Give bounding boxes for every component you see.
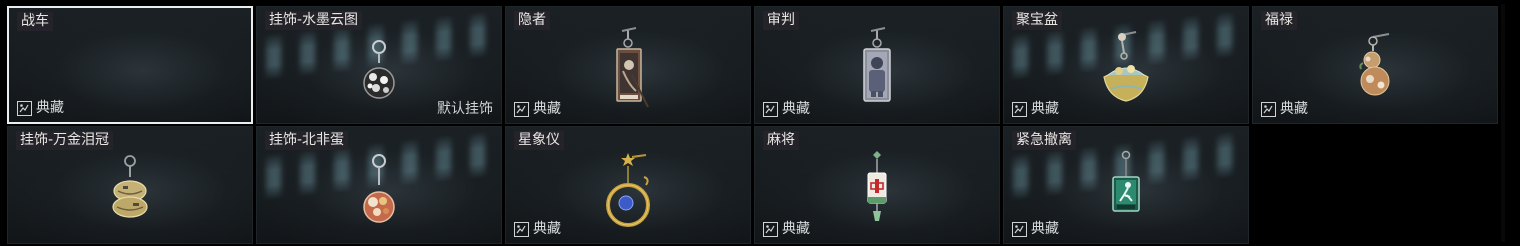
card-title: 聚宝盆 [1012,11,1062,30]
collection-card-icon [763,221,778,237]
badge-label: 典藏 [1280,101,1308,117]
collection-card-icon [17,100,32,116]
charm-card-fortune-gourd[interactable]: 福禄 典藏 [1252,6,1498,124]
ink-cloud-ball-charm-icon [363,40,395,99]
judgement-card-charm-icon [863,27,891,102]
badge-label: 典藏 [533,101,561,117]
badge-label: 典藏 [782,221,810,237]
collection-card-icon [1012,221,1027,237]
collection-badge: 典藏 [514,221,561,237]
charm-card-ink-cloud[interactable]: 挂饰-水墨云图 默认挂饰 [256,6,502,124]
charm-collection-grid: 战车 典藏 挂饰-水墨云图 默认挂饰 隐者 典藏 审判 典藏 聚宝盆 典藏 福禄… [0,0,1520,246]
charm-card-mahjong[interactable]: 麻将 典藏 [754,126,1000,244]
astrolabe-charm-icon [606,153,650,227]
collection-badge: 典藏 [514,101,561,117]
card-title: 麻将 [763,131,799,150]
charm-card-treasure-bowl[interactable]: 聚宝盆 典藏 [1003,6,1249,124]
badge-label: 典藏 [1031,101,1059,117]
card-title: 隐者 [514,11,550,30]
collection-badge: 典藏 [1012,101,1059,117]
collection-badge: 典藏 [763,101,810,117]
collection-card-icon [514,221,529,237]
charm-card-north-africa-egg[interactable]: 挂饰-北非蛋 [256,126,502,244]
collection-badge: 典藏 [1261,101,1308,117]
emergency-exit-charm-icon [1112,150,1140,212]
charm-card-hermit[interactable]: 隐者 典藏 [505,6,751,124]
charm-card-chariot[interactable]: 战车 典藏 [7,6,253,124]
charm-card-emergency-evac[interactable]: 紧急撤离 典藏 [1003,126,1249,244]
card-title: 战车 [17,12,53,31]
mahjong-tile-charm-icon [867,151,887,221]
card-title: 审判 [763,11,799,30]
charm-card-golden-crown[interactable]: 挂饰-万金泪冠 [7,126,253,244]
charm-card-astrolabe[interactable]: 星象仪 典藏 [505,126,751,244]
egg-charm-icon [363,154,395,223]
collection-card-icon [1012,101,1027,117]
collection-badge: 典藏 [1012,221,1059,237]
collection-card-icon [1261,101,1276,117]
scrollbar-track[interactable] [1501,4,1505,242]
gourd-charm-icon [1359,33,1390,96]
badge-label: 典藏 [782,101,810,117]
collection-badge: 典藏 [763,221,810,237]
golden-crown-charm-icon [112,155,148,218]
badge-label: 典藏 [533,221,561,237]
card-title: 星象仪 [514,131,564,150]
badge-label: 典藏 [1031,221,1059,237]
card-title: 福禄 [1261,11,1297,30]
treasure-bowl-charm-icon [1103,31,1149,102]
default-charm-label: 默认挂饰 [437,101,493,117]
card-title: 紧急撤离 [1012,131,1076,150]
hermit-card-charm-icon [616,27,649,108]
collection-card-icon [514,101,529,117]
collection-card-icon [763,101,778,117]
collection-badge: 典藏 [17,100,64,116]
card-title: 挂饰-北非蛋 [265,131,349,150]
badge-label: 典藏 [36,100,64,116]
charm-card-judgement[interactable]: 审判 典藏 [754,6,1000,124]
